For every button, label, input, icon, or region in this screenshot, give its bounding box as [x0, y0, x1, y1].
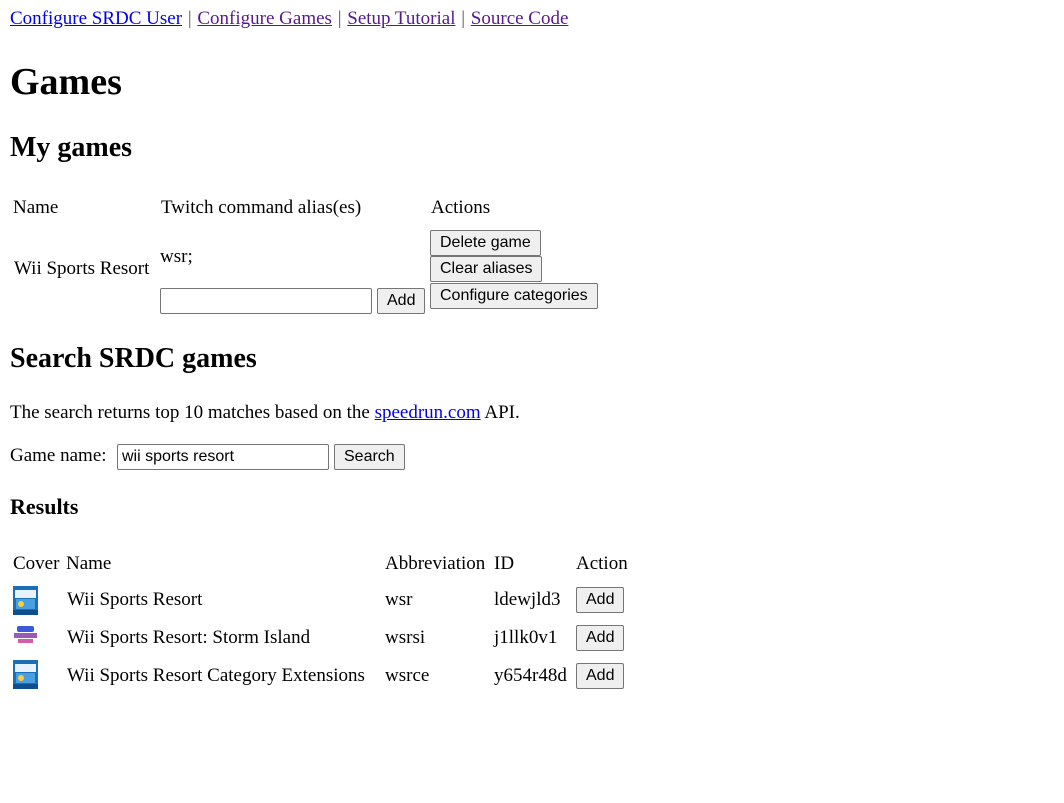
nav-link-source-code[interactable]: Source Code: [471, 8, 569, 29]
search-heading: Search SRDC games: [10, 343, 257, 374]
nav-separator: |: [187, 8, 192, 29]
add-game-button[interactable]: Add: [576, 663, 625, 689]
delete-game-button[interactable]: Delete game: [430, 230, 541, 256]
configure-categories-button[interactable]: Configure categories: [430, 283, 598, 309]
nav-separator: |: [461, 8, 466, 29]
top-nav: Configure SRDC User | Configure Games | …: [10, 0, 1054, 31]
game-aliases: wsr;: [160, 246, 193, 267]
search-description-text: The search returns top 10 matches based …: [10, 402, 375, 423]
result-id: y654r48d: [494, 665, 567, 686]
game-name-input[interactable]: [117, 444, 329, 470]
result-abbreviation: wsr: [385, 589, 413, 610]
column-header-id: ID: [494, 553, 515, 574]
nav-link-configure-games[interactable]: Configure Games: [197, 8, 332, 29]
page-title: Games: [10, 61, 122, 103]
result-name: Wii Sports Resort Category Extensions: [67, 665, 365, 686]
result-name: Wii Sports Resort: Storm Island: [67, 627, 311, 648]
result-id: j1llk0v1: [494, 627, 558, 648]
results-heading: Results: [10, 494, 79, 519]
search-button[interactable]: Search: [334, 444, 405, 470]
nav-link-setup-tutorial[interactable]: Setup Tutorial: [347, 8, 455, 29]
column-header-actions: Actions: [431, 197, 491, 218]
add-game-button[interactable]: Add: [576, 587, 625, 613]
game-name-label: Game name:: [10, 445, 107, 466]
result-abbreviation: wsrce: [385, 665, 430, 686]
category-extensions-cover-image: [13, 655, 38, 689]
clear-aliases-button[interactable]: Clear aliases: [430, 256, 543, 282]
result-id: ldewjld3: [494, 589, 561, 610]
column-header-name: Name: [66, 553, 112, 574]
add-game-button[interactable]: Add: [576, 625, 625, 651]
column-header-aliases: Twitch command alias(es): [161, 197, 362, 218]
result-name: Wii Sports Resort: [67, 589, 203, 610]
search-description-text-end: API.: [480, 402, 520, 423]
search-description: The search returns top 10 matches based …: [10, 401, 520, 425]
wii-sports-resort-cover-image: [13, 581, 38, 615]
add-alias-button[interactable]: Add: [377, 288, 426, 314]
nav-link-configure-srdc-user[interactable]: Configure SRDC User: [10, 8, 182, 29]
speedrun-link[interactable]: speedrun.com: [375, 402, 481, 423]
alias-input[interactable]: [160, 288, 372, 314]
column-header-cover: Cover: [13, 553, 60, 574]
my-games-heading: My games: [10, 132, 133, 163]
nav-separator: |: [337, 8, 342, 29]
result-abbreviation: wsrsi: [385, 627, 426, 648]
column-header-abbreviation: Abbreviation: [385, 553, 486, 574]
storm-island-cover-image: [13, 625, 38, 645]
column-header-action: Action: [576, 553, 628, 574]
page: Configure SRDC User | Configure Games | …: [0, 0, 1064, 803]
game-name: Wii Sports Resort: [14, 258, 150, 279]
column-header-name: Name: [13, 197, 59, 218]
